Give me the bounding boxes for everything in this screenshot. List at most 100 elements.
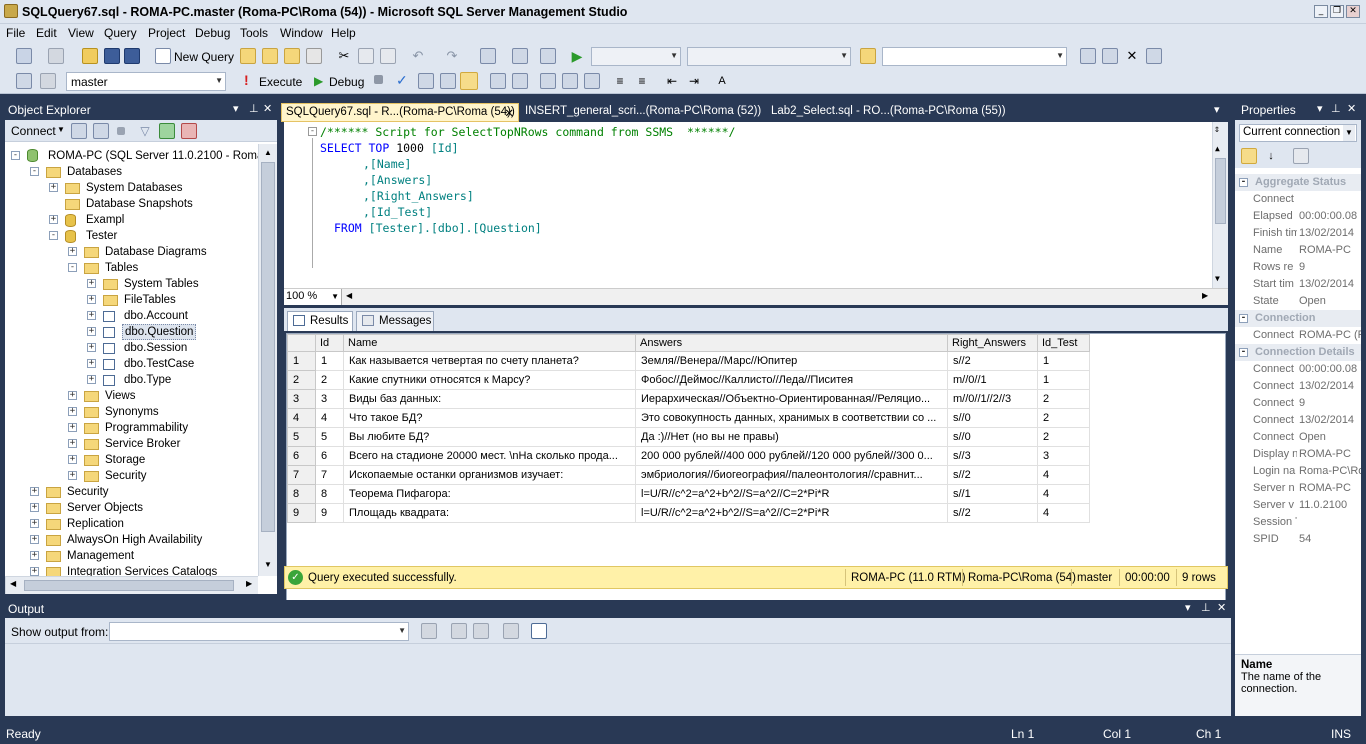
tab-insert-general[interactable]: INSERT_general_scri...(Roma-PC\Roma (52)… bbox=[521, 103, 761, 122]
table-cell[interactable]: Как называется четвертая по счету планет… bbox=[343, 351, 636, 371]
tree-node[interactable]: + Programmability bbox=[5, 420, 258, 436]
table-row[interactable]: 8 8 Теорема Пифагора: l=U/R//c^2=a^2+b^2//S… bbox=[287, 484, 1090, 504]
expand-icon[interactable]: + bbox=[68, 423, 77, 432]
expand-icon[interactable]: + bbox=[30, 567, 39, 576]
new-query-button[interactable]: New Query bbox=[174, 50, 234, 64]
expand-icon[interactable]: + bbox=[30, 535, 39, 544]
tab-messages[interactable]: Messages bbox=[356, 311, 434, 331]
table-cell[interactable]: 8 bbox=[315, 484, 344, 504]
expand-icon[interactable]: + bbox=[87, 311, 96, 320]
property-row[interactable]: Connect 9 bbox=[1235, 395, 1361, 412]
column-header-id[interactable]: Id bbox=[315, 334, 344, 352]
close-icon[interactable]: ✕ bbox=[1217, 601, 1226, 614]
collapse-icon[interactable]: - bbox=[1239, 348, 1248, 357]
pin-icon[interactable]: ⊥ bbox=[1201, 601, 1211, 614]
expand-icon[interactable]: + bbox=[49, 215, 58, 224]
expand-icon[interactable]: + bbox=[87, 375, 96, 384]
table-cell[interactable]: m//0//1//2//3 bbox=[947, 389, 1038, 409]
properties-window-icon[interactable] bbox=[1146, 48, 1162, 64]
decrease-indent-icon[interactable]: ⇤ bbox=[664, 73, 680, 89]
table-cell[interactable]: 2 bbox=[1037, 427, 1090, 447]
table-row[interactable]: 1 1 Как называется четвертая по счету план… bbox=[287, 351, 1090, 371]
table-cell[interactable]: 2 bbox=[315, 370, 344, 390]
redo-icon[interactable]: ↷ bbox=[444, 48, 460, 64]
scroll-right-icon[interactable]: ▶ bbox=[1202, 291, 1208, 300]
table-row[interactable]: 2 2 Какие спутники относятся к Марсу? Фобос… bbox=[287, 370, 1090, 390]
close-icon[interactable]: ✕ bbox=[1347, 102, 1356, 115]
property-row[interactable]: State Open bbox=[1235, 293, 1361, 310]
paste-icon[interactable] bbox=[380, 48, 396, 64]
table-cell[interactable]: 200 000 рублей//400 000 рублей//120 000 … bbox=[635, 446, 948, 466]
property-row[interactable]: SPID 54 bbox=[1235, 531, 1361, 548]
table-cell[interactable]: 6 bbox=[315, 446, 344, 466]
tree-node[interactable]: + System Databases bbox=[5, 180, 258, 196]
menu-edit[interactable]: Edit bbox=[36, 26, 57, 40]
property-row[interactable]: Connect Open bbox=[1235, 429, 1361, 446]
execute-button[interactable]: Execute bbox=[259, 75, 302, 89]
toggle-word-wrap-icon[interactable] bbox=[531, 623, 547, 639]
scroll-up-icon[interactable]: ▲ bbox=[1215, 144, 1220, 153]
property-row[interactable]: Start tim 13/02/2014 bbox=[1235, 276, 1361, 293]
property-row[interactable]: Login na Roma-PC\Ro bbox=[1235, 463, 1361, 480]
table-cell[interactable]: Площадь квадрата: bbox=[343, 503, 636, 523]
copy-icon[interactable] bbox=[358, 48, 374, 64]
find-input[interactable]: ▼ bbox=[882, 47, 1067, 66]
row-number[interactable]: 2 bbox=[287, 370, 316, 390]
table-cell[interactable]: Виды баз данных: bbox=[343, 389, 636, 409]
table-cell[interactable]: 1 bbox=[1037, 370, 1090, 390]
table-cell[interactable]: l=U/R//c^2=a^2+b^2//S=a^2//C=2*Pi*R bbox=[635, 484, 948, 504]
navigate-forward-icon[interactable] bbox=[512, 48, 528, 64]
property-row[interactable]: Display n ROMA-PC bbox=[1235, 446, 1361, 463]
close-tab-icon[interactable]: ✕ bbox=[504, 106, 514, 120]
tree-node[interactable]: + Storage bbox=[5, 452, 258, 468]
table-cell[interactable]: 4 bbox=[315, 408, 344, 428]
query-icon-2[interactable] bbox=[262, 48, 278, 64]
table-cell[interactable]: s//2 bbox=[947, 503, 1038, 523]
expand-icon[interactable]: + bbox=[30, 503, 39, 512]
registered-servers-icon[interactable] bbox=[1080, 48, 1096, 64]
results-to-file-icon[interactable] bbox=[562, 73, 578, 89]
property-pages-icon[interactable] bbox=[1293, 148, 1309, 164]
table-cell[interactable]: s//3 bbox=[947, 446, 1038, 466]
connect-object-icon[interactable] bbox=[71, 123, 87, 139]
table-cell[interactable]: Иерархическая//Объектно-Ориентированная/… bbox=[635, 389, 948, 409]
collapse-icon[interactable]: - bbox=[68, 263, 77, 272]
property-row[interactable]: Session T bbox=[1235, 514, 1361, 531]
scroll-left-icon[interactable]: ◀ bbox=[346, 291, 352, 300]
expand-icon[interactable]: + bbox=[68, 471, 77, 480]
save-icon[interactable] bbox=[104, 48, 120, 64]
object-selector[interactable]: Current connection p ▼ bbox=[1239, 124, 1357, 142]
stop-icon[interactable] bbox=[117, 127, 125, 135]
table-cell[interactable]: 2 bbox=[1037, 389, 1090, 409]
tree-node[interactable]: + Server Objects bbox=[5, 500, 258, 516]
solution-configurations-select[interactable]: ▼ bbox=[591, 47, 681, 66]
results-to-grid-icon[interactable] bbox=[540, 73, 556, 89]
collapse-icon[interactable]: - bbox=[30, 167, 39, 176]
tree-node[interactable]: - ROMA-PC (SQL Server 11.0.2100 - Roma-P bbox=[5, 148, 258, 164]
tree-node[interactable]: + Replication bbox=[5, 516, 258, 532]
cancel-query-icon[interactable] bbox=[374, 75, 383, 84]
expand-icon[interactable]: + bbox=[68, 455, 77, 464]
tree-node[interactable]: + Exampl bbox=[5, 212, 258, 228]
column-header-id-test[interactable]: Id_Test bbox=[1037, 334, 1090, 352]
tree-node[interactable]: + dbo.TestCase bbox=[5, 356, 258, 372]
property-row[interactable]: Connect 13/02/2014 bbox=[1235, 378, 1361, 395]
display-plan-icon[interactable] bbox=[418, 73, 434, 89]
connect-icon[interactable] bbox=[16, 73, 32, 89]
table-cell[interactable]: l=U/R//c^2=a^2+b^2//S=a^2//C=2*Pi*R bbox=[635, 503, 948, 523]
collapse-icon[interactable]: - bbox=[1239, 178, 1248, 187]
property-category[interactable]: - Connection Details bbox=[1235, 344, 1361, 361]
property-row[interactable]: Connect ROMA-PC (R bbox=[1235, 327, 1361, 344]
tree-node[interactable]: + dbo.Question bbox=[5, 324, 258, 340]
undo-icon[interactable]: ↶ bbox=[410, 48, 426, 64]
alphabetical-icon[interactable]: ↓ bbox=[1263, 148, 1279, 164]
comment-icon[interactable] bbox=[584, 73, 600, 89]
collapse-icon[interactable]: - bbox=[1239, 314, 1248, 323]
query-editor[interactable]: - /****** Script for SelectTopNRows comm… bbox=[284, 122, 1228, 288]
solution-platforms-select[interactable]: ▼ bbox=[687, 47, 851, 66]
pin-icon[interactable]: ⊥ bbox=[1331, 102, 1341, 115]
find-message-icon[interactable] bbox=[421, 623, 437, 639]
menu-debug[interactable]: Debug bbox=[195, 26, 230, 40]
new-query-icon[interactable] bbox=[155, 48, 171, 64]
menu-view[interactable]: View bbox=[68, 26, 94, 40]
